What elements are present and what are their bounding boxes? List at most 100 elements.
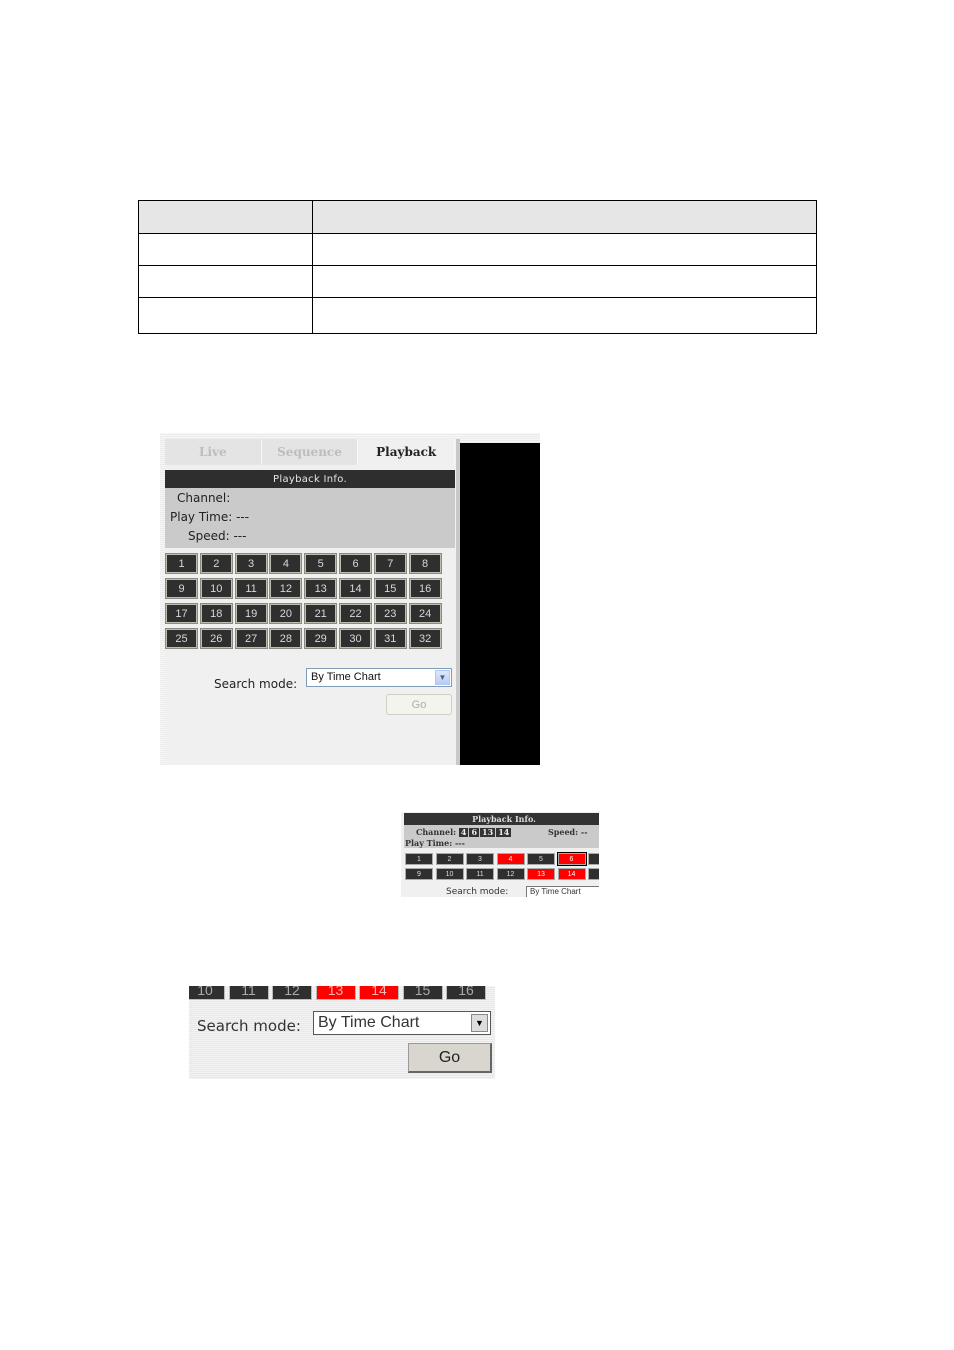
channel-button-partial[interactable] [588, 853, 599, 865]
table-cell [138, 265, 313, 298]
channel-button-10[interactable]: 10 [189, 986, 225, 1000]
channel-button-7[interactable]: 7 [373, 553, 407, 574]
channel-button-11[interactable]: 11 [234, 578, 268, 599]
video-display-area [460, 443, 540, 765]
go-button-screenshot: 10 11 12 13 14 15 16 Search mode: By Time Char… [189, 986, 495, 1079]
channel-button-1[interactable]: 1 [165, 553, 198, 574]
table-row [138, 297, 817, 334]
table-cell [312, 233, 817, 266]
channel-button-24[interactable]: 24 [408, 603, 442, 624]
table-cell [312, 265, 817, 298]
channel-button-11[interactable]: 11 [466, 868, 494, 880]
channel-button-15[interactable]: 15 [373, 578, 407, 599]
playback-info-body: Channel: Play Time: --- Speed: --- [165, 488, 455, 548]
mode-tabs: Live Sequence Playback [165, 439, 456, 465]
channel-label-text: Channel: [416, 827, 457, 837]
channel-button-4[interactable]: 4 [496, 853, 525, 865]
selected-channels-screenshot: Playback Info. Channel: 4 6 13 14 Speed: --… [401, 812, 599, 897]
channel-button-16[interactable]: 16 [446, 986, 486, 1000]
channel-button-3[interactable]: 3 [234, 553, 268, 574]
table-cell [138, 200, 313, 234]
channel-button-4[interactable]: 4 [269, 553, 303, 574]
channel-button-1[interactable]: 1 [405, 853, 433, 865]
selected-channel-chip: 14 [496, 827, 512, 837]
playback-panel-screenshot: Live Sequence Playback Playback Info. Ch… [160, 433, 540, 765]
channel-button-25[interactable]: 25 [165, 628, 198, 649]
description-table [138, 200, 817, 334]
channel-button-20[interactable]: 20 [269, 603, 303, 624]
channel-button-19[interactable]: 19 [234, 603, 268, 624]
channel-button-12[interactable]: 12 [272, 986, 312, 1000]
channel-button-13[interactable]: 13 [527, 868, 555, 880]
channel-button-15[interactable]: 15 [402, 986, 443, 1000]
table-row [138, 265, 817, 298]
speed-label: Speed: -- [548, 827, 588, 837]
search-mode-select[interactable]: By Time Chart [526, 886, 599, 897]
table-cell [138, 233, 313, 266]
playback-info-body: Channel: 4 6 13 14 Speed: -- Play Time: --- [404, 825, 599, 848]
table-cell [312, 297, 817, 334]
channel-label: Channel: 4 6 13 14 [416, 827, 512, 837]
channel-button-2[interactable]: 2 [435, 853, 464, 865]
channel-button-partial[interactable] [588, 868, 599, 880]
tab-sequence[interactable]: Sequence [261, 439, 359, 465]
channel-button-8[interactable]: 8 [408, 553, 442, 574]
channel-button-26[interactable]: 26 [199, 628, 233, 649]
channel-button-2[interactable]: 2 [199, 553, 233, 574]
channel-button-16[interactable]: 16 [408, 578, 442, 599]
channel-button-32[interactable]: 32 [408, 628, 442, 649]
channel-button-28[interactable]: 28 [269, 628, 303, 649]
chevron-down-icon[interactable]: ▼ [471, 1014, 488, 1032]
channel-button-6[interactable]: 6 [556, 852, 587, 866]
speed-label: Speed: --- [188, 529, 247, 543]
channel-button-10[interactable]: 10 [435, 868, 464, 880]
search-mode-value: By Time Chart [311, 671, 381, 683]
play-time-label: Play Time: --- [405, 838, 465, 848]
channel-button-5[interactable]: 5 [527, 853, 555, 865]
channel-button-29[interactable]: 29 [304, 628, 338, 649]
table-header-row [138, 200, 817, 234]
channel-button-30[interactable]: 30 [339, 628, 372, 649]
channel-button-21[interactable]: 21 [304, 603, 338, 624]
search-mode-select[interactable]: By Time Chart ▼ [313, 1011, 491, 1035]
search-mode-label: Search mode: [446, 887, 509, 897]
channel-button-3[interactable]: 3 [466, 853, 494, 865]
channel-button-11[interactable]: 11 [228, 986, 269, 1000]
table-row [138, 233, 817, 266]
channel-button-9[interactable]: 9 [165, 578, 198, 599]
go-button[interactable]: Go [386, 694, 452, 715]
channel-button-27[interactable]: 27 [234, 628, 268, 649]
play-time-label: Play Time: --- [170, 510, 250, 524]
channel-button-14[interactable]: 14 [339, 578, 372, 599]
channel-button-18[interactable]: 18 [199, 603, 233, 624]
playback-info-header: Playback Info. [165, 470, 455, 488]
channel-button-6[interactable]: 6 [339, 553, 372, 574]
channel-button-17[interactable]: 17 [165, 603, 198, 624]
table-cell [312, 200, 817, 234]
tab-playback[interactable]: Playback [358, 439, 456, 465]
search-mode-label: Search mode: [197, 1017, 301, 1035]
channel-button-12[interactable]: 12 [269, 578, 303, 599]
search-mode-label: Search mode: [214, 677, 298, 691]
selected-channel-chip: 6 [469, 827, 480, 837]
channel-button-5[interactable]: 5 [304, 553, 338, 574]
channel-button-12[interactable]: 12 [496, 868, 525, 880]
chevron-down-icon[interactable]: ▼ [435, 670, 450, 685]
channel-button-13[interactable]: 13 [315, 986, 356, 1000]
channel-button-14[interactable]: 14 [557, 868, 586, 880]
channel-button-13[interactable]: 13 [304, 578, 338, 599]
channel-button-9[interactable]: 9 [405, 868, 433, 880]
search-mode-select[interactable]: By Time Chart ▼ [306, 668, 452, 687]
channel-button-31[interactable]: 31 [373, 628, 407, 649]
channel-button-22[interactable]: 22 [339, 603, 372, 624]
channel-button-10[interactable]: 10 [199, 578, 233, 599]
tab-live[interactable]: Live [165, 439, 262, 465]
search-mode-value: By Time Chart [318, 1014, 420, 1031]
channel-button-14[interactable]: 14 [359, 986, 399, 1000]
control-panel: Live Sequence Playback Playback Info. Ch… [165, 439, 456, 765]
go-button[interactable]: Go [408, 1043, 492, 1073]
selected-channel-chip: 4 [458, 827, 469, 837]
selected-channel-chip: 13 [480, 827, 496, 837]
table-cell [138, 297, 313, 334]
channel-button-23[interactable]: 23 [373, 603, 407, 624]
